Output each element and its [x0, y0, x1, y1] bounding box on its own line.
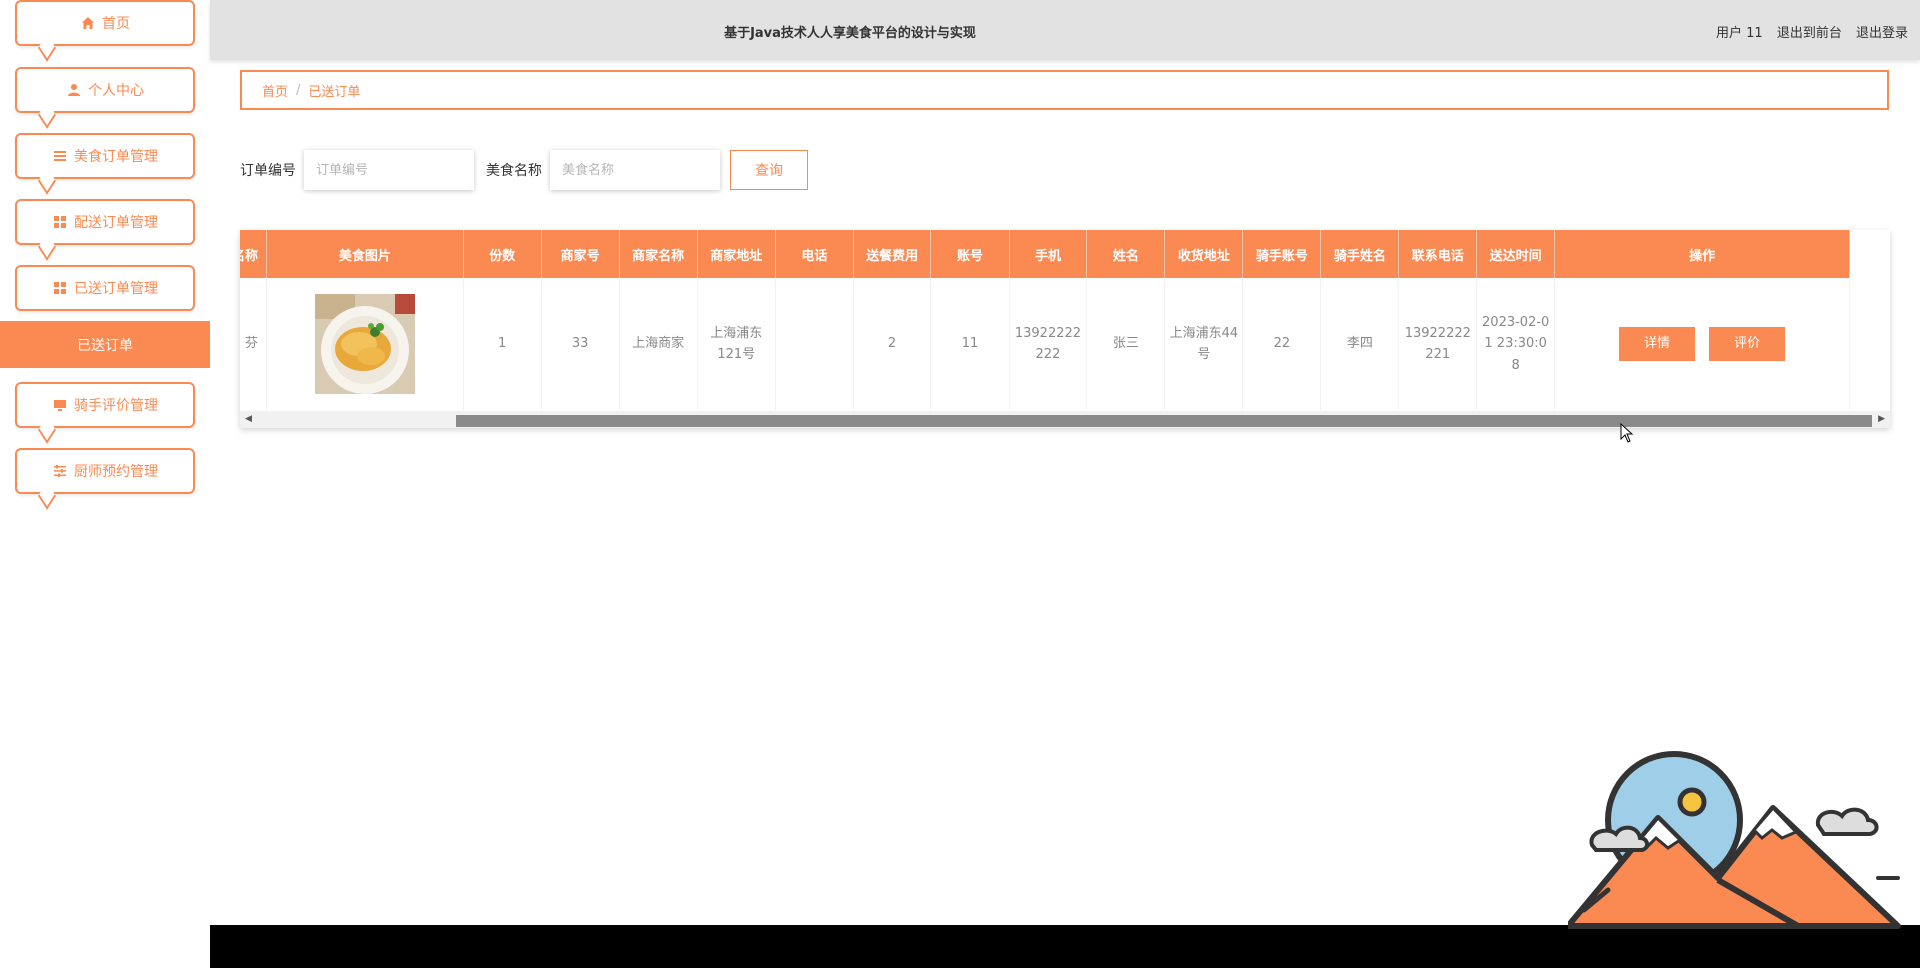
col-header: 商家号 — [541, 230, 620, 278]
breadcrumb: 首页 / 已送订单 — [240, 70, 1889, 110]
sliders-icon — [52, 463, 68, 479]
cell-phone — [775, 278, 854, 410]
header-actions: 用户 11 退出到前台 退出登录 — [1706, 22, 1908, 41]
sidebar: 首页 个人中心 美食订单管理 配送订单管理 已送订单管理 已送订单 骑手评价管理… — [0, 0, 210, 968]
food-name-input[interactable] — [550, 150, 720, 190]
breadcrumb-home[interactable]: 首页 — [262, 81, 288, 100]
cell-delivery-fee: 2 — [853, 278, 932, 410]
col-header: 姓名 — [1086, 230, 1166, 278]
sidebar-item-delivery-orders[interactable]: 配送订单管理 — [15, 199, 195, 261]
scroll-left-icon[interactable]: ◀ — [245, 414, 252, 424]
mouse-cursor-icon — [1620, 423, 1634, 443]
cell-food-image — [266, 278, 464, 410]
sidebar-item-label: 首页 — [102, 16, 130, 32]
detail-button[interactable]: 详情 — [1619, 327, 1695, 361]
cell-rider-name: 李四 — [1320, 278, 1400, 410]
cell-quantity: 1 — [463, 278, 542, 410]
cell-delivery-address: 上海浦东44号 — [1164, 278, 1244, 410]
cell-account: 11 — [930, 278, 1010, 410]
col-header: 份数 — [463, 230, 542, 278]
col-header: 操作 — [1554, 230, 1850, 278]
review-button[interactable]: 评价 — [1709, 327, 1786, 361]
cell-actions: 详情 评价 — [1554, 278, 1850, 410]
cell-contact-phone: 13922222221 — [1398, 278, 1478, 410]
sidebar-item-label: 配送订单管理 — [74, 215, 158, 231]
sidebar-item-home[interactable]: 首页 — [15, 0, 195, 62]
user-icon — [66, 82, 82, 98]
col-header: 送餐费用 — [853, 230, 932, 278]
cell-merchant-no: 33 — [541, 278, 620, 410]
footer-bar — [210, 925, 1920, 968]
col-header: 收货地址 — [1164, 230, 1244, 278]
grid-icon — [52, 214, 68, 230]
table-horizontal-scrollbar[interactable]: ◀ ▶ — [240, 411, 1890, 428]
home-icon — [80, 15, 96, 31]
sidebar-item-food-orders[interactable]: 美食订单管理 — [15, 133, 195, 195]
col-header: 电话 — [775, 230, 854, 278]
logout-link[interactable]: 退出登录 — [1856, 26, 1908, 41]
grid-icon — [52, 280, 68, 296]
order-number-input[interactable] — [304, 150, 474, 190]
search-form: 订单编号 美食名称 查询 — [240, 150, 808, 190]
table-header-row: 名称 美食图片 份数 商家号 商家名称 商家地址 电话 送餐费用 账号 手机 姓… — [240, 230, 1850, 278]
cell-name: 芬 — [240, 278, 267, 410]
search-button[interactable]: 查询 — [730, 150, 808, 190]
scrollbar-thumb[interactable] — [456, 415, 1872, 427]
food-image — [314, 294, 415, 394]
sidebar-item-delivered-orders[interactable]: 已送订单管理 — [15, 265, 195, 311]
col-header: 联系电话 — [1398, 230, 1478, 278]
orders-table-container: 名称 美食图片 份数 商家号 商家名称 商家地址 电话 送餐费用 账号 手机 姓… — [240, 230, 1890, 428]
col-header: 账号 — [930, 230, 1010, 278]
sidebar-subitem-label: 已送订单 — [77, 337, 133, 354]
sidebar-item-chef-booking[interactable]: 厨师预约管理 — [15, 448, 195, 510]
col-header: 美食图片 — [266, 230, 464, 278]
orders-table: 名称 美食图片 份数 商家号 商家名称 商家地址 电话 送餐费用 账号 手机 姓… — [240, 230, 1850, 410]
page-title: 基于Java技术人人享美食平台的设计与实现 — [724, 26, 976, 41]
sidebar-item-label: 厨师预约管理 — [74, 464, 158, 480]
col-header: 名称 — [240, 230, 267, 278]
table-row: 芬 1 33 上海商家 上海浦东121号 2 11 13922222222 张三… — [240, 278, 1850, 410]
breadcrumb-current: 已送订单 — [308, 84, 361, 100]
cell-rider-account: 22 — [1242, 278, 1322, 410]
scroll-right-icon[interactable]: ▶ — [1878, 414, 1885, 424]
top-header: 基于Java技术人人享美食平台的设计与实现 用户 11 退出到前台 退出登录 — [210, 0, 1920, 60]
col-header: 商家名称 — [619, 230, 698, 278]
col-header: 骑手账号 — [1242, 230, 1322, 278]
sidebar-item-label: 骑手评价管理 — [74, 398, 158, 414]
sidebar-item-label: 已送订单管理 — [74, 281, 158, 297]
breadcrumb-separator: / — [296, 82, 301, 98]
monitor-icon — [52, 397, 68, 413]
col-header: 商家地址 — [697, 230, 777, 278]
list-icon — [52, 148, 68, 164]
cell-merchant-address: 上海浦东121号 — [697, 278, 777, 410]
back-to-front-link[interactable]: 退出到前台 — [1777, 26, 1842, 41]
order-number-label: 订单编号 — [240, 163, 296, 179]
food-name-label: 美食名称 — [486, 163, 542, 179]
cell-mobile: 13922222222 — [1009, 278, 1088, 410]
cell-merchant-name: 上海商家 — [619, 278, 698, 410]
col-header: 送达时间 — [1476, 230, 1556, 278]
col-header: 骑手姓名 — [1320, 230, 1400, 278]
sidebar-item-rider-reviews[interactable]: 骑手评价管理 — [15, 382, 195, 444]
current-user: 用户 11 — [1716, 26, 1763, 41]
sidebar-item-label: 个人中心 — [88, 83, 144, 99]
cell-delivered-time: 2023-02-01 23:30:08 — [1476, 278, 1556, 410]
sidebar-item-label: 美食订单管理 — [74, 149, 158, 165]
sidebar-item-personal-center[interactable]: 个人中心 — [15, 67, 195, 129]
col-header: 手机 — [1009, 230, 1088, 278]
sidebar-subitem-delivered[interactable]: 已送订单 — [0, 321, 210, 368]
mountain-illustration — [1568, 751, 1901, 929]
cell-person-name: 张三 — [1086, 278, 1166, 410]
